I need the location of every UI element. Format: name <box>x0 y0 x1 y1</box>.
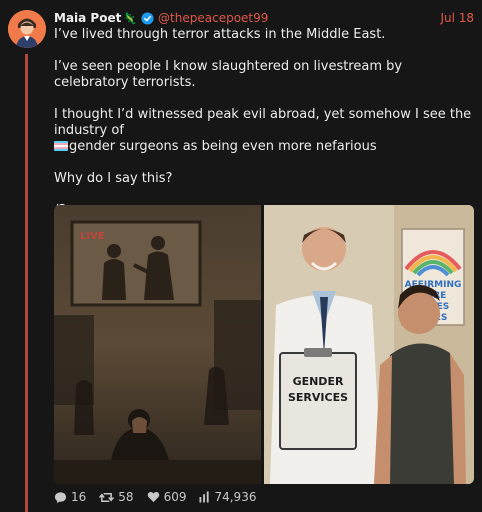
post-header: Maia Poet 🦎 @thepeacepoet99 Jul 18 <box>54 9 474 27</box>
repost-button[interactable]: 58 <box>99 490 134 504</box>
post-actions: 16 58 609 74,936 <box>54 488 256 506</box>
heart-icon <box>147 492 159 503</box>
post-paragraph: gender surgeons as being even more nefar… <box>54 139 474 155</box>
thread-line <box>25 54 28 512</box>
like-count: 609 <box>163 490 187 504</box>
reply-icon <box>54 491 67 503</box>
lizard-icon: 🦎 <box>123 11 138 25</box>
post-paragraph: I thought I’d witnessed peak evil abroad… <box>54 107 472 138</box>
media-image-left[interactable]: LIVE <box>54 205 261 484</box>
post-media[interactable]: LIVE AFFIRMING CARE SAVES LIVES <box>54 205 474 484</box>
transgender-flag-icon <box>54 141 68 151</box>
post-date[interactable]: Jul 18 <box>440 11 474 25</box>
media-image-right[interactable]: AFFIRMING CARE SAVES LIVES GENDER SERVIC… <box>264 205 474 484</box>
reply-count: 16 <box>71 490 87 504</box>
display-name[interactable]: Maia Poet <box>54 11 121 25</box>
svg-text:GENDER: GENDER <box>293 375 344 388</box>
post-paragraph: I’ve lived through terror attacks in the… <box>54 27 386 42</box>
post-paragraph-text: gender surgeons as being even more nefar… <box>69 139 377 154</box>
post-paragraph: Why do I say this? <box>54 171 173 186</box>
post-body: I’ve lived through terror attacks in the… <box>54 27 474 219</box>
svg-text:SERVICES: SERVICES <box>288 391 348 404</box>
war-scene-illustration: LIVE <box>54 205 261 484</box>
verified-badge-icon <box>141 11 154 25</box>
repost-icon <box>99 492 115 502</box>
views-button[interactable]: 74,936 <box>199 490 256 504</box>
post-paragraph: I’ve seen people I know slaughtered on l… <box>54 59 403 90</box>
views-chart-icon <box>199 491 210 503</box>
avatar-image <box>8 10 46 48</box>
repost-count: 58 <box>118 490 134 504</box>
view-count: 74,936 <box>214 490 257 504</box>
reply-button[interactable]: 16 <box>54 490 86 504</box>
handle[interactable]: @thepeacepoet99 <box>158 11 268 25</box>
avatar[interactable] <box>8 10 46 48</box>
live-label: LIVE <box>80 231 105 242</box>
clinic-scene-illustration: AFFIRMING CARE SAVES LIVES GENDER SERVIC… <box>264 205 474 484</box>
like-button[interactable]: 609 <box>147 490 187 504</box>
